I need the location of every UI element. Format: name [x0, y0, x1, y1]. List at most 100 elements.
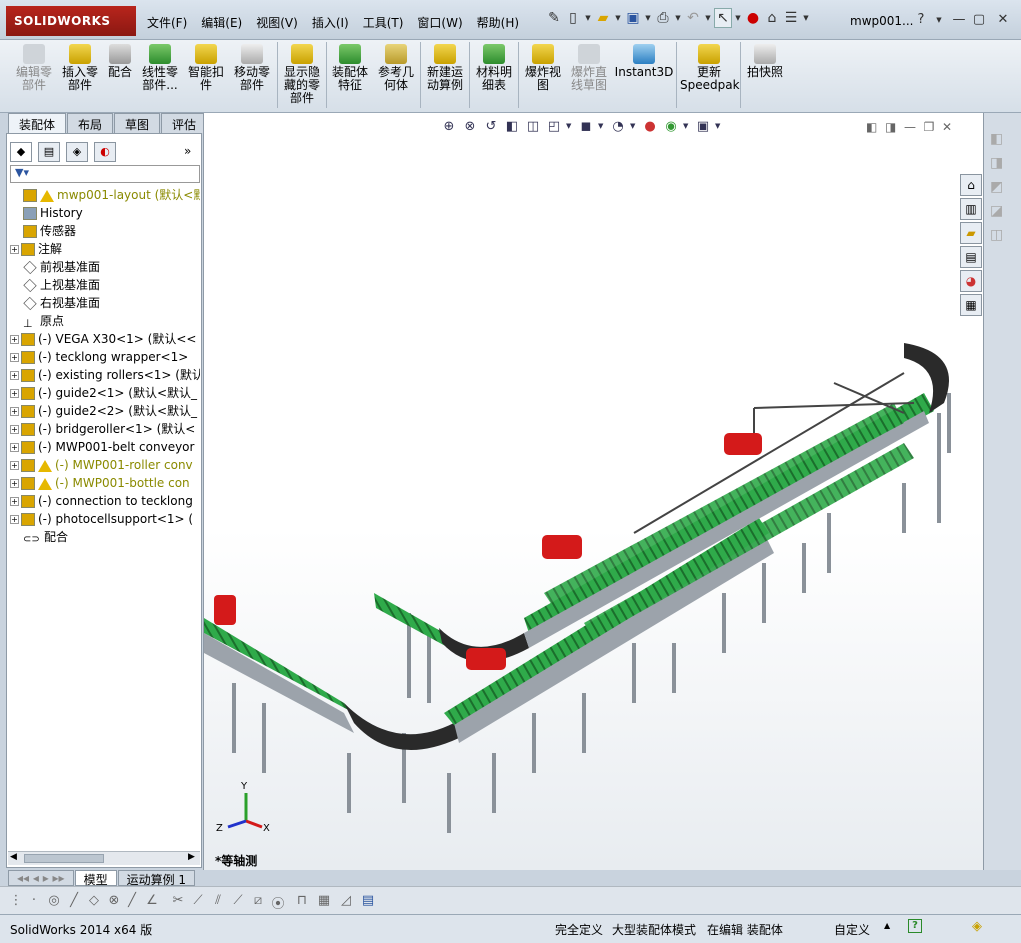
- pin-icon[interactable]: ✎: [545, 8, 563, 28]
- previous-view-icon[interactable]: ↺: [482, 117, 500, 135]
- exploded-view-button[interactable]: 爆炸视 图: [521, 44, 565, 92]
- right-tool-2-icon[interactable]: ◨: [990, 155, 1003, 171]
- right-tool-1-icon[interactable]: ◧: [990, 131, 1003, 147]
- help-quick-tips-icon[interactable]: ?: [908, 919, 922, 933]
- tree-item[interactable]: + 注解: [10, 240, 200, 258]
- feature-manager-tab-icon[interactable]: ◆: [10, 142, 32, 162]
- menu-window[interactable]: 窗口(W): [410, 10, 469, 34]
- link-views-icon[interactable]: ◨: [885, 120, 896, 134]
- expand-icon[interactable]: +: [10, 479, 19, 488]
- diamond-icon[interactable]: ◇: [86, 893, 102, 909]
- display-manager-tab-icon[interactable]: ◐: [94, 142, 116, 162]
- table-icon[interactable]: ▤: [360, 893, 376, 909]
- expand-icon[interactable]: +: [10, 461, 19, 470]
- view-orientation-icon[interactable]: ◰: [545, 117, 563, 135]
- right-tool-4-icon[interactable]: ◪: [990, 203, 1003, 219]
- tree-item[interactable]: History: [10, 204, 200, 222]
- conveyor-assembly-model[interactable]: Y X Z: [204, 113, 984, 870]
- tree-item[interactable]: + (-) VEGA X30<1> (默认<<: [10, 330, 200, 348]
- filter-funnel-icon[interactable]: ▼▾: [15, 166, 29, 179]
- right-tool-3-icon[interactable]: ◩: [990, 179, 1003, 195]
- new-dropdown-icon[interactable]: ▼: [583, 8, 593, 28]
- tree-item[interactable]: + (-) MWP001-belt conveyor: [10, 438, 200, 456]
- circle-icon[interactable]: ◎: [46, 893, 62, 909]
- cross-circle-icon[interactable]: ⊗: [106, 893, 122, 909]
- offset-icon[interactable]: ⟋: [190, 893, 206, 909]
- move-component-button[interactable]: 移动零 部件: [230, 44, 274, 92]
- help-icon[interactable]: ?: [912, 12, 930, 28]
- tree-item[interactable]: + (-) guide2<1> (默认<默认_: [10, 384, 200, 402]
- expand-icon[interactable]: +: [10, 515, 19, 524]
- tree-item[interactable]: + (-) guide2<2> (默认<默认_: [10, 402, 200, 420]
- smart-dimension-icon[interactable]: ⊓: [294, 893, 310, 909]
- insert-component-button[interactable]: 插入零 部件: [58, 44, 102, 92]
- options-icon[interactable]: ☰: [782, 8, 800, 28]
- line-icon[interactable]: ╱: [66, 893, 82, 909]
- menu-edit[interactable]: 编辑(E): [194, 10, 249, 34]
- menu-tools[interactable]: 工具(T): [356, 10, 411, 34]
- scroll-left-icon[interactable]: ◀: [10, 852, 17, 862]
- expand-icon[interactable]: +: [10, 353, 19, 362]
- new-document-icon[interactable]: ▯: [564, 8, 582, 28]
- tree-item[interactable]: 上视基准面: [10, 276, 200, 294]
- tab-assembly[interactable]: 装配体: [8, 113, 67, 133]
- property-manager-tab-icon[interactable]: ▤: [38, 142, 60, 162]
- assembly-features-button[interactable]: 装配体 特征: [328, 44, 372, 92]
- tree-item[interactable]: mwp001-layout (默认<默认: [10, 186, 200, 204]
- configuration-manager-tab-icon[interactable]: ◈: [66, 142, 88, 162]
- help-dropdown-icon[interactable]: ▼: [930, 16, 948, 32]
- menu-help[interactable]: 帮助(H): [470, 10, 526, 34]
- expand-icon[interactable]: +: [10, 245, 19, 254]
- trim-icon[interactable]: ✂: [170, 893, 186, 909]
- units-custom-button[interactable]: 自定义: [834, 921, 870, 938]
- scroll-thumb[interactable]: [24, 854, 104, 863]
- solidworks-resources-icon[interactable]: ⌂: [960, 174, 982, 196]
- expand-icon[interactable]: +: [10, 425, 19, 434]
- new-motion-study-button[interactable]: 新建运 动算例: [423, 44, 467, 92]
- file-explorer-icon[interactable]: ▰: [960, 222, 982, 244]
- mate-button[interactable]: 配合: [104, 44, 136, 79]
- undo-dropdown-icon[interactable]: ▼: [703, 8, 713, 28]
- zoom-to-area-icon[interactable]: ⊗: [461, 117, 479, 135]
- expand-icon[interactable]: +: [10, 389, 19, 398]
- rebuild-traffic-light-icon[interactable]: ●: [744, 8, 762, 28]
- orientation-dropdown-icon[interactable]: ▼: [566, 117, 574, 135]
- dynamic-annotation-icon[interactable]: ◫: [524, 117, 542, 135]
- right-tool-5-icon[interactable]: ◫: [990, 227, 1003, 243]
- select-cursor-icon[interactable]: ↖: [714, 8, 732, 28]
- menu-view[interactable]: 视图(V): [249, 10, 305, 34]
- edit-appearance-icon[interactable]: ●: [641, 117, 659, 135]
- tree-item[interactable]: 前视基准面: [10, 258, 200, 276]
- tree-item[interactable]: ⊂⊃ 配合: [10, 528, 200, 546]
- tab-model[interactable]: 模型: [74, 870, 117, 887]
- solidworks-logo[interactable]: SOLIDWORKS: [6, 6, 136, 36]
- viewport-minimize-icon[interactable]: —: [904, 120, 916, 134]
- tab-layout[interactable]: 布局: [67, 113, 114, 133]
- tree-item[interactable]: + (-) photocellsupport<1> (: [10, 510, 200, 528]
- scene-dropdown-icon[interactable]: ▼: [683, 117, 691, 135]
- tab-motion-study-1[interactable]: 运动算例 1: [117, 870, 196, 887]
- zoom-to-fit-icon[interactable]: ⊕: [440, 117, 458, 135]
- show-hidden-components-button[interactable]: 显示隐 藏的零 部件: [280, 44, 324, 105]
- tab-nav-arrows[interactable]: ◂◂ ◂ ▸ ▸▸: [8, 870, 74, 886]
- tree-item[interactable]: + (-) connection to tecklong: [10, 492, 200, 510]
- tree-item[interactable]: 传感器: [10, 222, 200, 240]
- angle-icon[interactable]: ∠: [144, 893, 160, 909]
- apply-scene-icon[interactable]: ◉: [662, 117, 680, 135]
- tree-item[interactable]: 右视基准面: [10, 294, 200, 312]
- tree-item[interactable]: + (-) bridgeroller<1> (默认<: [10, 420, 200, 438]
- hide-show-dropdown-icon[interactable]: ▼: [630, 117, 638, 135]
- rebuild-notice-icon[interactable]: ◈: [972, 919, 982, 934]
- display-style-dropdown-icon[interactable]: ▼: [598, 117, 606, 135]
- edit-component-button[interactable]: 编辑零 部件: [12, 44, 56, 92]
- undo-icon[interactable]: ↶: [684, 8, 702, 28]
- viewport-close-icon[interactable]: ✕: [942, 120, 952, 134]
- split-view-icon[interactable]: ◧: [866, 120, 877, 134]
- design-library-icon[interactable]: ▥: [960, 198, 982, 220]
- view-palette-icon[interactable]: ▤: [960, 246, 982, 268]
- expand-panel-icon[interactable]: »: [184, 144, 191, 158]
- linear-pattern-button[interactable]: 线性零 部件...: [138, 44, 182, 92]
- expand-icon[interactable]: +: [10, 443, 19, 452]
- instant3d-button[interactable]: Instant3D: [614, 44, 674, 79]
- explode-line-sketch-button[interactable]: 爆炸直 线草图: [567, 44, 611, 92]
